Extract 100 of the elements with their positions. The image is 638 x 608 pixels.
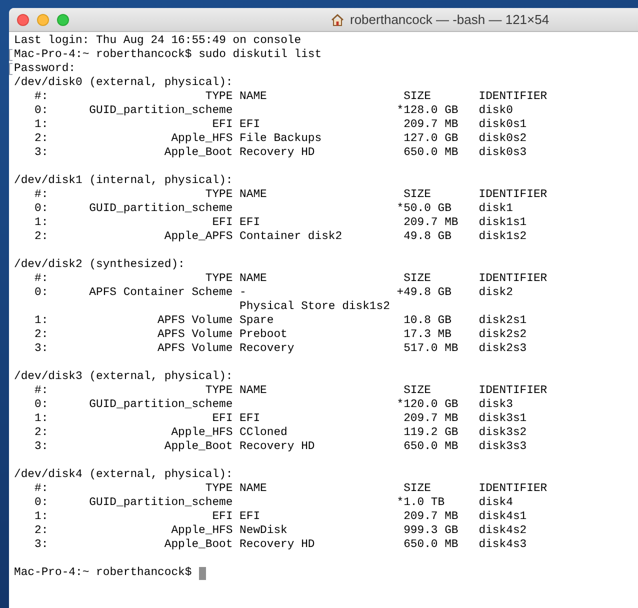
- partition-type: GUID_partition_scheme: [89, 104, 233, 118]
- partition-identifier: disk4s2: [478, 524, 527, 538]
- column-header: IDENTIFIER: [478, 482, 548, 496]
- partition-type: Apple_Boot: [164, 538, 233, 552]
- column-header: TYPE: [205, 188, 233, 202]
- partition-name: EFI: [240, 216, 260, 230]
- password-prompt: Password:: [14, 62, 76, 76]
- partition-size: 17.3 MB: [404, 328, 452, 342]
- partition-size: 517.0 MB: [404, 342, 458, 356]
- size-marker-text: *: [396, 496, 404, 510]
- partition-name: EFI: [240, 118, 260, 132]
- partition-type: APFS Container Scheme: [89, 286, 233, 300]
- column-header: NAME: [240, 90, 267, 104]
- partition-size: 49.8 GB: [404, 230, 452, 244]
- partition-size: 119.2 GB: [404, 426, 458, 440]
- text-cursor: [198, 566, 206, 580]
- partition-type: Apple_APFS: [164, 230, 233, 244]
- login-message: Last login: Thu Aug 24 16:55:49 on console: [14, 34, 302, 48]
- shell-prompt: Mac-Pro-4:~ roberthancock$: [14, 48, 192, 62]
- partition-name: EFI: [240, 412, 260, 426]
- column-header: #:: [34, 188, 48, 202]
- partition-name: Recovery HD: [240, 440, 315, 454]
- partition-identifier: disk0s3: [478, 146, 527, 160]
- partition-identifier: disk3s2: [478, 426, 527, 440]
- column-header: SIZE: [404, 90, 431, 104]
- partition-size: 209.7 MB: [404, 510, 458, 524]
- partition-size: 209.7 MB: [404, 118, 458, 132]
- partition-name: Spare: [240, 314, 274, 328]
- partition-number: 1:: [34, 510, 48, 524]
- command-text: sudo diskutil list: [198, 48, 322, 62]
- column-header: IDENTIFIER: [478, 272, 548, 286]
- partition-identifier: disk4s3: [478, 538, 527, 552]
- column-header: SIZE: [404, 188, 431, 202]
- partition-type: GUID_partition_scheme: [89, 496, 233, 510]
- partition-type: EFI: [212, 216, 233, 230]
- column-header: NAME: [240, 384, 267, 398]
- column-header: #:: [34, 482, 48, 496]
- partition-number: 2:: [34, 132, 48, 146]
- partition-type: EFI: [212, 118, 233, 132]
- column-header: SIZE: [404, 272, 431, 286]
- partition-number: 2:: [34, 426, 48, 440]
- column-header: IDENTIFIER: [478, 384, 548, 398]
- partition-size: 650.0 MB: [404, 538, 458, 552]
- partition-identifier: disk3s3: [478, 440, 527, 454]
- partition-size: 120.0 GB: [404, 398, 458, 412]
- column-header: SIZE: [404, 482, 431, 496]
- partition-identifier: disk0s1: [478, 118, 527, 132]
- partition-size: 128.0 GB: [404, 104, 458, 118]
- disk-header: /dev/disk4 (external, physical):: [14, 468, 233, 482]
- partition-identifier: disk1s1: [478, 216, 527, 230]
- partition-number: 1:: [34, 216, 48, 230]
- window-title: roberthancock — -bash — 121×54: [350, 10, 550, 29]
- partition-number: 0:: [34, 398, 48, 412]
- partition-identifier: disk4: [478, 496, 513, 510]
- shell-prompt: Mac-Pro-4:~ roberthancock$: [14, 566, 192, 580]
- partition-number: 3:: [34, 538, 48, 552]
- partition-number: 1:: [34, 118, 48, 132]
- disk-header: /dev/disk1 (internal, physical):: [14, 174, 233, 188]
- column-header: TYPE: [205, 90, 233, 104]
- size-marker-text: *: [396, 398, 404, 412]
- partition-identifier: disk2: [478, 286, 513, 300]
- column-header: NAME: [240, 482, 267, 496]
- partition-identifier: disk2s2: [478, 328, 527, 342]
- partition-type: Apple_Boot: [164, 146, 233, 160]
- partition-type: Apple_HFS: [171, 524, 233, 538]
- partition-identifier: disk3s1: [478, 412, 527, 426]
- partition-type: EFI: [212, 412, 233, 426]
- partition-identifier: disk2s3: [478, 342, 527, 356]
- partition-type: Apple_HFS: [171, 426, 233, 440]
- column-header: #:: [34, 384, 48, 398]
- column-header: NAME: [240, 188, 267, 202]
- partition-identifier: disk2s1: [478, 314, 527, 328]
- column-header: TYPE: [205, 482, 233, 496]
- partition-type: APFS Volume: [158, 314, 233, 328]
- partition-type: EFI: [212, 510, 233, 524]
- partition-type: GUID_partition_scheme: [89, 398, 233, 412]
- partition-number: 0:: [34, 286, 48, 300]
- partition-size: 50.0 GB: [404, 202, 452, 216]
- close-button[interactable]: [17, 14, 29, 26]
- zoom-button[interactable]: [57, 14, 69, 26]
- partition-identifier: disk4s1: [478, 510, 527, 524]
- partition-type: GUID_partition_scheme: [89, 202, 233, 216]
- column-header: TYPE: [205, 272, 233, 286]
- partition-size: 10.8 GB: [404, 314, 452, 328]
- column-header: IDENTIFIER: [478, 90, 548, 104]
- disk-header: /dev/disk3 (external, physical):: [14, 370, 233, 384]
- column-header: TYPE: [205, 384, 233, 398]
- minimize-button[interactable]: [37, 14, 49, 26]
- partition-name: NewDisk: [240, 524, 288, 538]
- partition-type: APFS Volume: [158, 328, 233, 342]
- size-marker-text: *: [396, 104, 404, 118]
- partition-size: 49.8 GB: [404, 286, 452, 300]
- partition-name: Recovery HD: [240, 538, 315, 552]
- partition-identifier: disk1: [478, 202, 513, 216]
- partition-size: 999.3 GB: [404, 524, 458, 538]
- partition-number: 0:: [34, 202, 48, 216]
- partition-number: 1:: [34, 412, 48, 426]
- column-header: #:: [34, 272, 48, 286]
- disk-header: /dev/disk2 (synthesized):: [14, 258, 185, 272]
- partition-name: Recovery: [240, 342, 294, 356]
